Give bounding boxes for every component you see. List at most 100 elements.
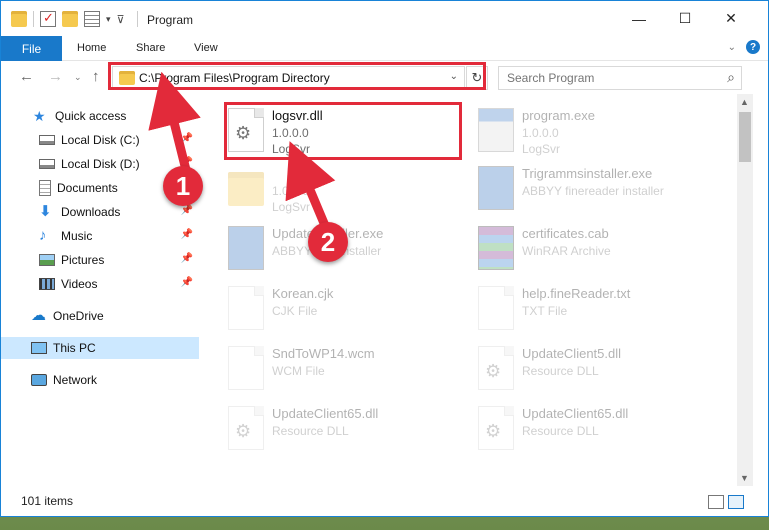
file-description: WinRAR Archive <box>522 244 611 258</box>
navigation-bar: ← → ⌄ ↑ C:\Program Files\Program Directo… <box>1 62 768 94</box>
file-item-help-txt[interactable]: help.fineReader.txt TXT File <box>478 282 718 336</box>
file-name: help.fineReader.txt <box>522 286 631 301</box>
file-item-sndtowp14[interactable]: SndToWP14.wcm WCM File <box>228 342 468 396</box>
file-item-updateclient65-a[interactable]: ⚙ UpdateClient65.dll Resource DLL <box>228 402 468 456</box>
new-folder-icon[interactable] <box>62 11 78 27</box>
refresh-button[interactable]: ↻ <box>466 66 488 90</box>
file-item-update-installer[interactable]: UpdateInstaller.exe ABBYY files installe… <box>228 222 468 276</box>
recent-locations-chevron-icon[interactable]: ⌄ <box>74 72 82 83</box>
back-arrow-icon[interactable]: ← <box>19 68 34 85</box>
sidebar-item-onedrive[interactable]: ☁ OneDrive <box>1 305 199 327</box>
customize-toolbar-icon[interactable]: ⊽ <box>117 13 125 26</box>
details-view-icon[interactable] <box>708 495 724 509</box>
item-count: 101 items <box>21 494 74 508</box>
sidebar-item-this-pc[interactable]: This PC <box>1 337 199 359</box>
file-name: program.exe <box>522 108 595 123</box>
sidebar-item-pictures[interactable]: Pictures 📌 <box>1 249 199 271</box>
file-item-program-exe[interactable]: program.exe 1.0.0.0 LogSvr <box>478 104 718 158</box>
sidebar-item-label: This PC <box>53 341 96 355</box>
sidebar-item-label: Music <box>61 229 93 243</box>
folder-icon <box>119 71 135 85</box>
address-path[interactable]: C:\Program Files\Program Directory <box>139 71 330 85</box>
search-input[interactable] <box>507 71 707 85</box>
videos-icon <box>39 278 55 290</box>
up-arrow-icon[interactable]: ↑ <box>92 68 100 85</box>
pin-icon[interactable]: 📌 <box>181 229 193 240</box>
ribbon: File Home Share View ⌄ ? <box>1 36 768 61</box>
scroll-up-icon[interactable]: ▲ <box>740 97 749 107</box>
file-icon <box>228 346 264 390</box>
drive-icon <box>39 159 55 169</box>
file-item-trigramms-installer[interactable]: Trigrammsinstaller.exe ABBYY finereader … <box>478 162 718 216</box>
forward-arrow-icon[interactable]: → <box>48 68 63 85</box>
download-icon: ⬇ <box>39 203 52 220</box>
tab-file[interactable]: File <box>1 36 62 61</box>
view-switcher <box>708 495 744 509</box>
title-separator <box>137 11 138 27</box>
step-badge-1: 1 <box>163 166 203 206</box>
file-description: Resource DLL <box>272 424 349 438</box>
file-item-updateclient5[interactable]: ⚙ UpdateClient5.dll Resource DLL <box>478 342 718 396</box>
file-list: ⚙ logsvr.dll 1.0.0.0 LogSvr program.exe … <box>204 94 737 479</box>
folder-icon[interactable] <box>11 11 27 27</box>
pin-icon[interactable]: 📌 <box>181 253 193 264</box>
chevron-down-icon[interactable]: ⌄ <box>450 71 458 82</box>
view-options-icon[interactable] <box>84 11 100 27</box>
explorer-window: ▾ ⊽ Program — ☐ ✕ File Home Share View ⌄… <box>0 0 769 517</box>
file-name: Korean.cjk <box>272 286 334 301</box>
dll-gear-icon: ⚙ <box>228 406 264 450</box>
tab-home[interactable]: Home <box>77 42 106 54</box>
file-name: certificates.cab <box>522 226 609 241</box>
properties-check-icon[interactable] <box>40 10 56 27</box>
toolbar-separator <box>33 11 34 27</box>
search-box[interactable]: ⌕ <box>498 66 742 90</box>
gear-icon: ⚙ <box>485 361 502 381</box>
file-item-updateclient65-b[interactable]: ⚙ UpdateClient65.dll Resource DLL <box>478 402 718 456</box>
file-description: LogSvr <box>272 200 311 214</box>
close-button[interactable]: ✕ <box>708 1 754 36</box>
tab-share[interactable]: Share <box>136 42 165 54</box>
address-bar[interactable]: C:\Program Files\Program Directory ⌄ <box>112 66 465 90</box>
step-badge-2: 2 <box>308 222 348 262</box>
scrollbar-thumb[interactable] <box>739 112 751 162</box>
computer-icon <box>31 342 47 354</box>
pin-icon[interactable]: 📌 <box>181 133 193 144</box>
sidebar-item-local-disk-c[interactable]: Local Disk (C:) 📌 <box>1 129 199 151</box>
sidebar-item-videos[interactable]: Videos 📌 <box>1 273 199 295</box>
file-name: Trigrammsinstaller.exe <box>522 166 653 181</box>
vertical-scrollbar[interactable]: ▲ ▼ <box>737 94 753 486</box>
sidebar-item-quick-access[interactable]: ★ Quick access <box>1 105 199 127</box>
sidebar-item-label: Quick access <box>55 109 127 123</box>
music-icon: ♪ <box>39 227 47 244</box>
expand-ribbon-icon[interactable]: ⌄ <box>728 42 736 53</box>
scroll-down-icon[interactable]: ▼ <box>740 473 749 483</box>
drive-icon <box>39 135 55 145</box>
file-name: logsvr.dll <box>272 108 323 123</box>
minimize-button[interactable]: — <box>616 1 662 36</box>
pin-icon[interactable]: 📌 <box>181 277 193 288</box>
file-item-logsvr[interactable]: ⚙ logsvr.dll 1.0.0.0 LogSvr <box>228 104 468 158</box>
tab-view[interactable]: View <box>194 42 218 54</box>
sidebar-item-label: Local Disk (D:) <box>61 157 140 171</box>
exe-icon <box>478 108 514 152</box>
file-item-korean-cjk[interactable]: Korean.cjk CJK File <box>228 282 468 336</box>
dll-gear-icon: ⚙ <box>228 108 264 152</box>
refresh-icon: ↻ <box>471 70 483 85</box>
star-icon: ★ <box>33 108 46 124</box>
file-description: WCM File <box>272 364 325 378</box>
maximize-button[interactable]: ☐ <box>662 1 708 36</box>
chevron-down-icon[interactable]: ▾ <box>106 14 111 25</box>
file-item-folder[interactable]: 1.0.0.0 LogSvr <box>228 162 468 216</box>
sidebar-item-music[interactable]: ♪ Music 📌 <box>1 225 199 247</box>
file-description: Resource DLL <box>522 424 599 438</box>
sidebar-item-label: Pictures <box>61 253 105 267</box>
sidebar-item-downloads[interactable]: ⬇ Downloads 📌 <box>1 201 199 223</box>
file-name: UpdateClient5.dll <box>522 346 622 361</box>
help-icon[interactable]: ? <box>746 40 760 54</box>
tiles-view-icon[interactable] <box>728 495 744 509</box>
pin-icon[interactable]: 📌 <box>181 205 193 216</box>
gear-icon: ⚙ <box>235 123 252 143</box>
file-item-certificates-cab[interactable]: certificates.cab WinRAR Archive <box>478 222 718 276</box>
sidebar-item-network[interactable]: Network <box>1 369 199 391</box>
sidebar-item-label: Documents <box>57 181 118 195</box>
